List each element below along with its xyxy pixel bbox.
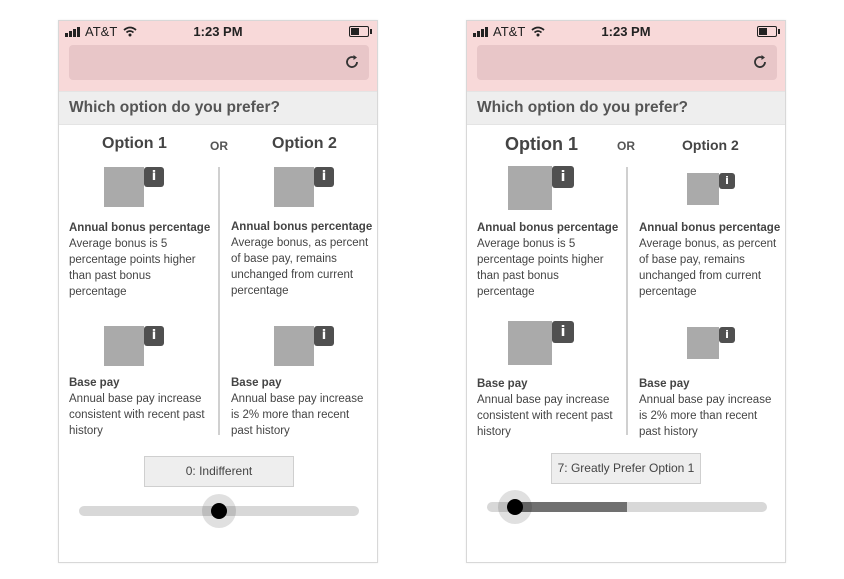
column-divider: [626, 167, 628, 435]
bonus-option2-text: Annual bonus percentage Average bonus, a…: [639, 220, 781, 300]
reload-icon[interactable]: [751, 53, 769, 71]
attribute-name: Annual bonus percentage: [231, 221, 373, 233]
info-icon[interactable]: i: [719, 327, 735, 343]
or-label: OR: [617, 139, 635, 153]
browser-toolbar: [59, 43, 377, 91]
slider-value-label: 7: Greatly Prefer Option 1: [551, 453, 701, 484]
bonus-option2-text: Annual bonus percentage Average bonus, a…: [231, 219, 373, 299]
basepay-option1-text: Base pay Annual base pay increase consis…: [69, 375, 211, 439]
attribute-name: Base pay: [69, 377, 120, 389]
slider-value-label: 0: Indifferent: [144, 456, 294, 487]
address-bar[interactable]: [69, 45, 369, 80]
bonus-option1-text: Annual bonus percentage Average bonus is…: [477, 220, 619, 300]
attribute-name: Annual bonus percentage: [477, 222, 619, 234]
info-icon[interactable]: i: [144, 167, 164, 187]
attribute-description: Annual base pay increase consistent with…: [69, 393, 205, 437]
attribute-description: Average bonus is 5 percentage points hig…: [69, 238, 196, 298]
attribute-description: Annual base pay increase consistent with…: [477, 394, 613, 438]
basepay-option1-image: [508, 321, 552, 365]
attribute-description: Average bonus, as percent of base pay, r…: [231, 237, 369, 297]
question-text: Which option do you prefer?: [69, 99, 280, 116]
attribute-description: Annual base pay increase is 2% more than…: [231, 393, 364, 437]
phone-screen-indifferent: AT&T 1:23 PM Which option do you prefer?…: [58, 20, 378, 563]
attribute-name: Base pay: [231, 377, 282, 389]
question-header: Which option do you prefer?: [59, 91, 377, 125]
battery-icon: [757, 26, 780, 37]
info-icon[interactable]: i: [314, 167, 334, 187]
option1-title: Option 1: [505, 134, 578, 154]
reload-icon[interactable]: [343, 53, 361, 71]
status-bar: AT&T 1:23 PM: [467, 21, 785, 43]
attribute-name: Annual bonus percentage: [69, 222, 211, 234]
attribute-description: Average bonus, as percent of base pay, r…: [639, 238, 777, 298]
status-time: 1:23 PM: [193, 24, 243, 39]
column-divider: [218, 167, 220, 435]
or-label: OR: [210, 139, 228, 153]
status-time: 1:23 PM: [601, 24, 651, 39]
bonus-option2-image: [274, 167, 314, 207]
info-icon[interactable]: i: [144, 326, 164, 346]
browser-toolbar: [467, 43, 785, 91]
basepay-option2-text: Base pay Annual base pay increase is 2% …: [231, 375, 373, 439]
basepay-option1-text: Base pay Annual base pay increase consis…: [477, 376, 619, 440]
bonus-option1-image: [104, 167, 144, 207]
option2-title: Option 2: [682, 137, 739, 153]
attribute-name: Annual bonus percentage: [639, 222, 781, 234]
option1-title: Option 1: [102, 135, 167, 152]
basepay-option2-text: Base pay Annual base pay increase is 2% …: [639, 376, 781, 440]
info-icon[interactable]: i: [552, 321, 574, 343]
battery-icon: [349, 26, 372, 37]
attribute-description: Annual base pay increase is 2% more than…: [639, 394, 772, 438]
question-header: Which option do you prefer?: [467, 91, 785, 125]
attribute-description: Average bonus is 5 percentage points hig…: [477, 238, 604, 298]
bonus-option1-text: Annual bonus percentage Average bonus is…: [69, 220, 211, 300]
bonus-option2-image: [687, 173, 719, 205]
info-icon[interactable]: i: [314, 326, 334, 346]
option2-title: Option 2: [272, 135, 337, 152]
basepay-option2-image: [687, 327, 719, 359]
slider-thumb[interactable]: [498, 490, 532, 524]
status-bar: AT&T 1:23 PM: [59, 21, 377, 43]
question-text: Which option do you prefer?: [477, 99, 688, 116]
info-icon[interactable]: i: [719, 173, 735, 189]
basepay-option1-image: [104, 326, 144, 366]
slider-thumb[interactable]: [202, 494, 236, 528]
phone-screen-prefer-option1: AT&T 1:23 PM Which option do you prefer?…: [466, 20, 786, 563]
basepay-option2-image: [274, 326, 314, 366]
attribute-name: Base pay: [477, 378, 528, 390]
address-bar[interactable]: [477, 45, 777, 80]
info-icon[interactable]: i: [552, 166, 574, 188]
attribute-name: Base pay: [639, 378, 690, 390]
bonus-option1-image: [508, 166, 552, 210]
